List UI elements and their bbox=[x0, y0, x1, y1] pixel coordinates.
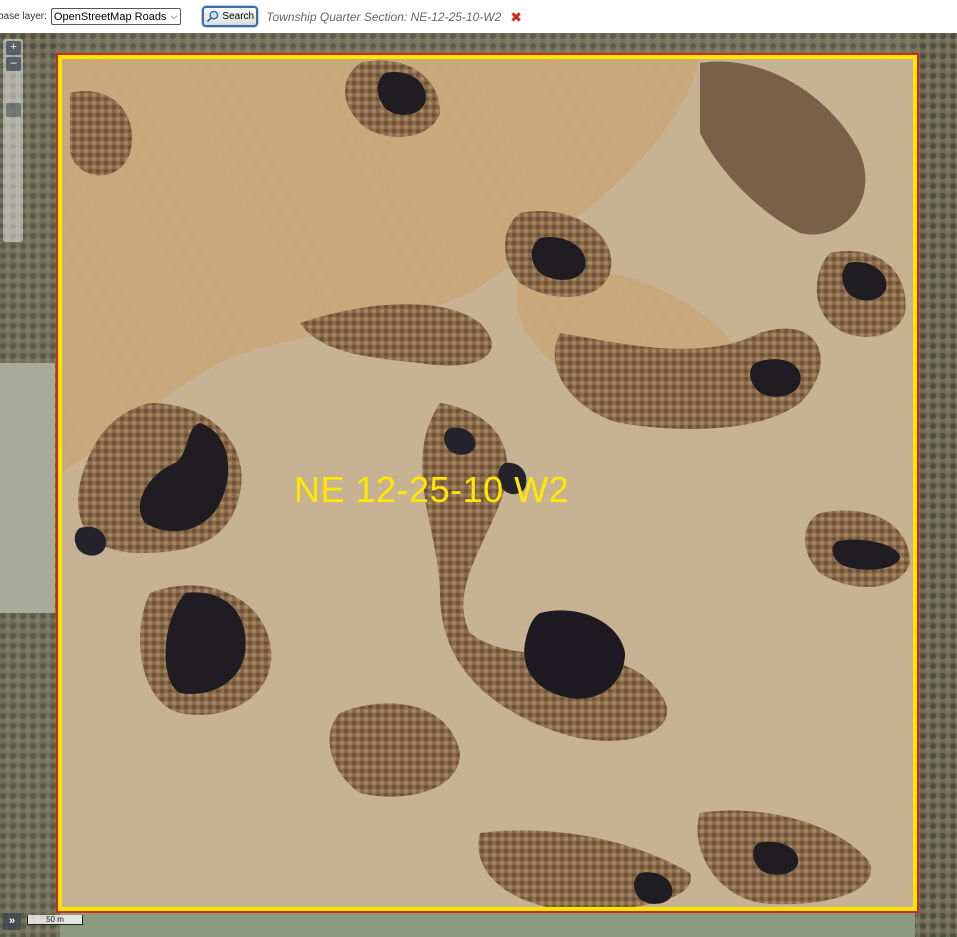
zoom-out-button[interactable]: – bbox=[6, 57, 21, 71]
search-button[interactable]: Search bbox=[202, 6, 259, 27]
east-tree-line bbox=[915, 33, 957, 937]
map-view[interactable]: + – NE 12-25-10 W2 » 50 m bbox=[0, 33, 957, 937]
north-tree-line bbox=[0, 33, 957, 55]
zoom-control: + – bbox=[3, 39, 23, 242]
parcel-label: NE 12-25-10 W2 bbox=[294, 469, 570, 510]
close-icon[interactable]: ✖ bbox=[510, 10, 522, 24]
search-icon bbox=[207, 10, 219, 23]
scale-bar: 50 m bbox=[27, 915, 83, 925]
zoom-slider-handle[interactable] bbox=[6, 103, 21, 117]
expand-panel-button[interactable]: » bbox=[3, 913, 21, 930]
zoom-in-button[interactable]: + bbox=[6, 41, 21, 55]
base-layer-label: base layer: bbox=[0, 11, 47, 22]
chevron-down-icon: ⌵ bbox=[170, 11, 178, 21]
base-layer-value: OpenStreetMap Roads bbox=[53, 10, 167, 23]
base-layer-select[interactable]: OpenStreetMap Roads ⌵ bbox=[50, 8, 182, 25]
search-button-label: Search bbox=[222, 11, 255, 22]
toolbar: base layer: OpenStreetMap Roads ⌵ Search… bbox=[0, 0, 957, 33]
selected-parcel-text: Township Quarter Section: NE-12-25-10-W2 bbox=[266, 9, 502, 24]
west-field bbox=[0, 363, 55, 613]
